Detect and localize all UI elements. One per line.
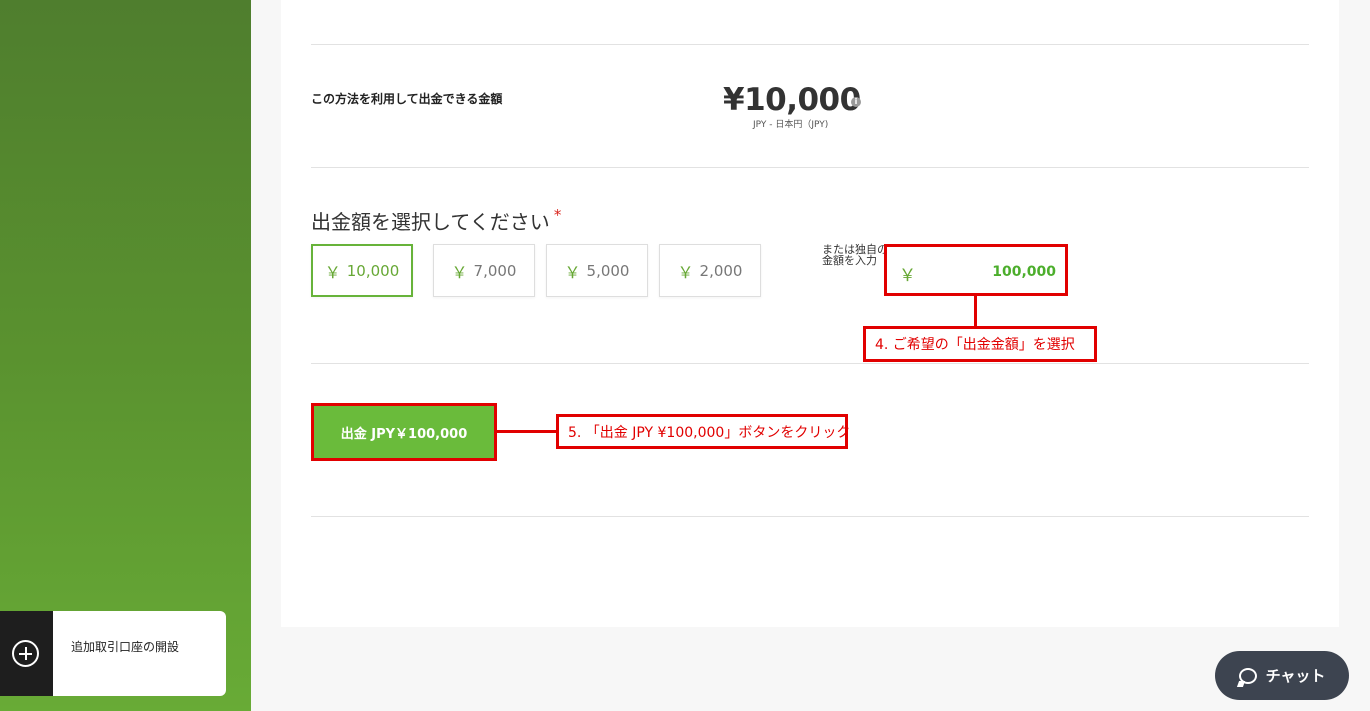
yen-icon: ￥ bbox=[451, 262, 468, 282]
yen-icon: ￥ bbox=[324, 262, 341, 282]
chat-label: チャット bbox=[1265, 667, 1326, 685]
divider bbox=[311, 516, 1309, 517]
select-amount-title: 出金額を選択してください * bbox=[311, 206, 561, 235]
custom-amount-label: または独自の金額を入力 bbox=[822, 243, 888, 267]
yen-icon: ￥ bbox=[677, 262, 694, 282]
amount-option-label: 10,000 bbox=[346, 261, 400, 280]
amount-option-7000[interactable]: ￥ 7,000 bbox=[433, 244, 535, 297]
amount-option-label: 7,000 bbox=[473, 261, 517, 280]
divider bbox=[311, 167, 1309, 168]
chat-bubble-icon bbox=[1238, 667, 1257, 684]
amount-option-2000[interactable]: ￥ 2,000 bbox=[659, 244, 761, 297]
select-amount-title-text: 出金額を選択してください bbox=[311, 210, 550, 234]
available-amount-label: この方法を利用して出金できる金額 bbox=[311, 92, 503, 106]
annotation-connector bbox=[974, 296, 977, 328]
annotation-step4: 4. ご希望の「出金金額」を選択 bbox=[863, 326, 1097, 362]
add-account-label: 追加取引口座の開設 bbox=[71, 640, 180, 654]
available-amount: ¥10,000 bbox=[723, 82, 861, 118]
add-account-button[interactable]: 追加取引口座の開設 bbox=[0, 611, 226, 696]
divider bbox=[311, 363, 1309, 364]
amount-option-label: 5,000 bbox=[586, 261, 630, 280]
available-currency: JPY - 日本円（JPY) bbox=[753, 120, 829, 130]
custom-amount-input[interactable]: ￥ 100,000 bbox=[884, 244, 1068, 296]
info-icon[interactable]: i bbox=[851, 97, 861, 107]
divider bbox=[311, 44, 1309, 45]
required-mark: * bbox=[553, 206, 562, 224]
yen-icon: ￥ bbox=[899, 266, 916, 286]
plus-circle-icon bbox=[12, 640, 39, 667]
annotation-connector bbox=[497, 430, 557, 433]
amount-option-5000[interactable]: ￥ 5,000 bbox=[546, 244, 648, 297]
annotation-step5: 5. 「出金 JPY ¥100,000」ボタンをクリック bbox=[556, 414, 850, 449]
add-icon-box bbox=[0, 611, 53, 696]
withdraw-submit-button[interactable]: 出金 JPY￥100,000 bbox=[311, 403, 497, 461]
amount-option-10000[interactable]: ￥ 10,000 bbox=[311, 244, 413, 297]
chat-button[interactable]: チャット bbox=[1215, 651, 1349, 700]
sidebar: 追加取引口座の開設 bbox=[0, 0, 251, 711]
withdraw-card: この方法を利用して出金できる金額 ¥10,000 i JPY - 日本円（JPY… bbox=[281, 0, 1339, 627]
amount-option-label: 2,000 bbox=[699, 261, 743, 280]
custom-amount-value: 100,000 bbox=[992, 264, 1056, 280]
yen-icon: ￥ bbox=[564, 262, 581, 282]
